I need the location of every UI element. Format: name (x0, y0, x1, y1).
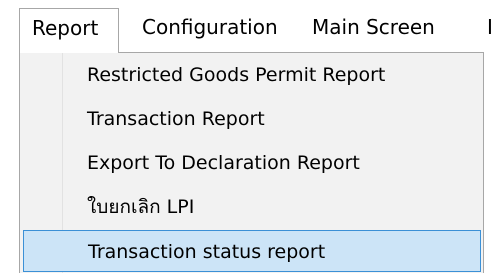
menu-item-label: Export To Declaration Report (87, 152, 360, 174)
menu-bar: Report Configuration Main Screen I (0, 0, 497, 53)
menu-report[interactable]: Report (19, 8, 119, 53)
menu-item-export-to-declaration-report[interactable]: Export To Declaration Report (23, 143, 481, 183)
menu-item-restricted-goods-permit-report[interactable]: Restricted Goods Permit Report (23, 55, 481, 95)
menu-next-partial-label: I (487, 15, 493, 39)
menu-item-label: Transaction status report (88, 241, 326, 263)
menu-item-label: ใบยกเลิก LPI (87, 196, 195, 218)
menu-item-label: Restricted Goods Permit Report (87, 64, 386, 86)
menu-main-screen-label: Main Screen (312, 15, 435, 39)
menu-item-transaction-report[interactable]: Transaction Report (23, 99, 481, 139)
menu-item-label: Transaction Report (87, 108, 265, 130)
app-window: Report Configuration Main Screen I Restr… (0, 0, 497, 273)
report-dropdown-menu: Restricted Goods Permit Report Transacti… (19, 52, 484, 273)
menu-configuration[interactable]: Configuration (142, 8, 278, 46)
menu-report-label: Report (32, 16, 99, 40)
menu-next-partial[interactable]: I (487, 8, 497, 46)
menu-item-transaction-status-report[interactable]: Transaction status report (23, 230, 481, 272)
menu-configuration-label: Configuration (142, 15, 278, 39)
menu-item-cancel-lpi[interactable]: ใบยกเลิก LPI (23, 187, 481, 227)
menu-main-screen[interactable]: Main Screen (312, 8, 435, 46)
